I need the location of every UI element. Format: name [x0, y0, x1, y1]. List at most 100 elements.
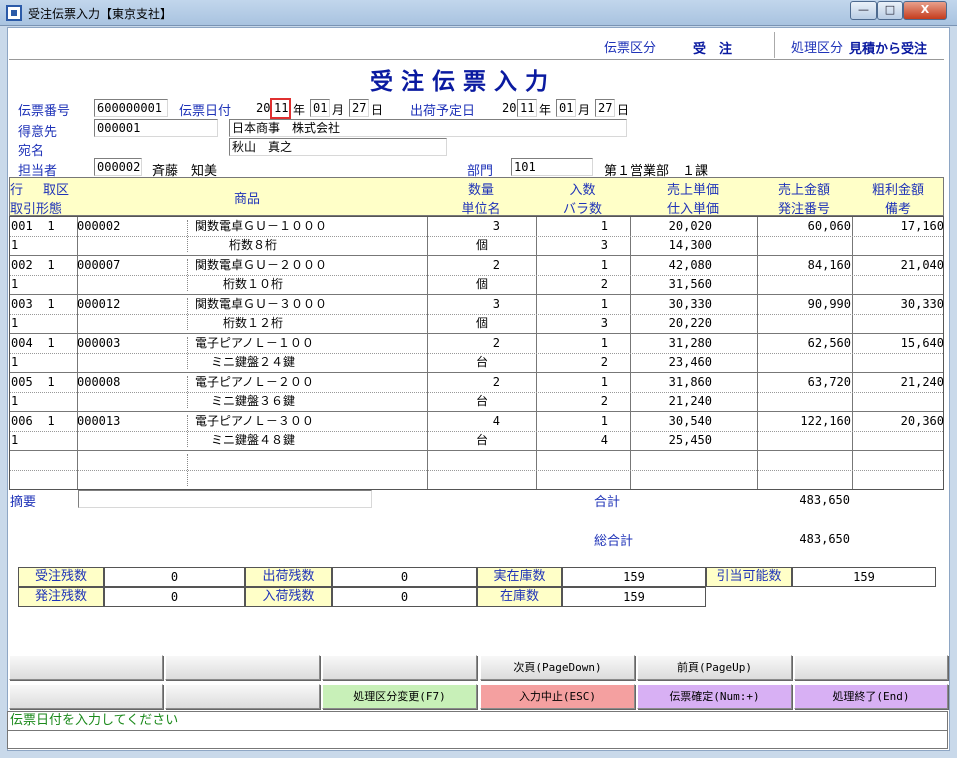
slip-no-field[interactable]: 600000001: [94, 99, 168, 117]
line-trade-kind: 1: [47, 375, 55, 389]
addressee-label: 宛名: [18, 144, 45, 159]
ship-date-month-field[interactable]: 01: [556, 99, 576, 117]
line-product-code: 000013: [77, 414, 121, 428]
grid-header-order-no: 発注番号: [777, 202, 830, 217]
line-product-spec: 桁数１０桁: [222, 277, 283, 291]
table-row[interactable]: 003 1 1 000012 関数電卓ＧＵ－３０００ 桁数１２桁 3 個 1 3 30,330 20,…: [10, 295, 944, 333]
exit-button[interactable]: 処理終了(End): [794, 684, 948, 709]
line-product-spec: ミニ鍵盤２４鍵: [210, 355, 295, 369]
customer-code-field[interactable]: 000001: [94, 119, 218, 137]
line-row-no: 004: [11, 336, 33, 350]
next-page-button[interactable]: 次頁(PageDown): [480, 655, 635, 680]
ship-date-year-field[interactable]: 11: [517, 99, 537, 117]
line-product-code: 000007: [77, 258, 121, 272]
slip-date-day-field[interactable]: 27: [349, 99, 369, 117]
line-product-code: 000012: [77, 297, 121, 311]
line-cost-price: 14,300: [668, 238, 712, 252]
grid-header-note: 備考: [884, 202, 911, 217]
line-qty: 2: [492, 375, 500, 389]
grid-header-gross-profit: 粗利金額: [871, 183, 924, 198]
line-qty: 3: [492, 297, 500, 311]
header-divider: [9, 59, 944, 60]
stock-label: 在庫数: [477, 587, 562, 607]
slip-kind-value: 受 注: [693, 42, 733, 57]
ship-date-day-field[interactable]: 27: [595, 99, 615, 117]
process-kind-value: 見積から受注: [849, 42, 928, 57]
line-cost-price: 25,450: [668, 433, 712, 447]
line-product-spec: ミニ鍵盤４８鍵: [210, 433, 295, 447]
cancel-input-button[interactable]: 入力中止(ESC): [480, 684, 635, 709]
order-remain-value: 0: [104, 567, 245, 587]
function-button-blank-3[interactable]: [322, 655, 477, 680]
function-button-blank-6[interactable]: [165, 684, 320, 709]
grid-header-loose-count: バラ数: [562, 202, 602, 217]
slip-date-month-field[interactable]: 01: [310, 99, 330, 117]
ship-remain-value: 0: [332, 567, 477, 587]
dept-code-field[interactable]: 101: [511, 158, 593, 176]
confirm-slip-button[interactable]: 伝票確定(Num:+): [637, 684, 792, 709]
total-value: 483,650: [799, 532, 850, 546]
memo-label: 摘要: [10, 495, 37, 510]
line-product-name: 関数電卓ＧＵ－１０００: [195, 219, 328, 233]
ship-date-month-suffix: 月: [578, 103, 591, 117]
customer-name-field[interactable]: 日本商事 株式会社: [229, 119, 627, 137]
line-sale-amount: 122,160: [800, 414, 851, 428]
ship-remain-label: 出荷残数: [245, 567, 332, 587]
line-sale-amount: 62,560: [807, 336, 851, 350]
line-cost-price: 21,240: [668, 394, 712, 408]
addressee-field[interactable]: 秋山 真之: [229, 138, 447, 156]
line-loose-count: 2: [600, 394, 608, 408]
grid-header-row: 行: [10, 183, 24, 198]
slip-date-year-field[interactable]: 11: [270, 98, 291, 119]
page-title: 受注伝票入力: [370, 69, 556, 95]
allocatable-label: 引当可能数: [706, 567, 792, 587]
line-product-code: 000002: [77, 219, 121, 233]
table-row[interactable]: 005 1 1 000008 電子ピアノＬ－２００ ミニ鍵盤３６鍵 2 台 1 2 31,860 21…: [10, 373, 944, 411]
close-button[interactable]: X: [903, 1, 947, 20]
line-gross-profit: 20,360: [900, 414, 944, 428]
receive-remain-value: 0: [332, 587, 477, 607]
function-button-blank-2[interactable]: [165, 655, 320, 680]
maximize-button[interactable]: □: [877, 1, 903, 20]
process-kind-label: 処理区分: [791, 41, 844, 56]
prev-page-button[interactable]: 前頁(PageUp): [637, 655, 792, 680]
table-row[interactable]: [10, 451, 943, 489]
line-trade-kind: 1: [47, 219, 55, 233]
line-product-code: 000008: [77, 375, 121, 389]
line-unit: 台: [475, 394, 488, 408]
line-gross-profit: 15,640: [900, 336, 944, 350]
line-sale-price: 30,330: [668, 297, 712, 311]
line-unit: 台: [475, 355, 488, 369]
function-button-blank-5[interactable]: [9, 684, 163, 709]
line-sale-amount: 63,720: [807, 375, 851, 389]
change-mode-button[interactable]: 処理区分変更(F7): [322, 684, 477, 709]
table-row[interactable]: 006 1 1 000013 電子ピアノＬ－３００ ミニ鍵盤４８鍵 4 台 1 4 30,540 25…: [10, 412, 944, 450]
grid-header-sale-amount: 売上金額: [777, 183, 830, 198]
subtotal-value: 483,650: [799, 493, 850, 507]
table-row[interactable]: 001 1 1 000002 関数電卓ＧＵ－１０００ 桁数８桁 3 個 1 3 20,020 14,3…: [10, 217, 944, 255]
line-product-name: 関数電卓ＧＵ－３０００: [195, 297, 328, 311]
function-button-blank-4[interactable]: [794, 655, 948, 680]
po-remain-label: 発注残数: [18, 587, 104, 607]
window-title: 受注伝票入力【東京支社】: [28, 7, 173, 21]
grid-header-unit: 単位名: [461, 202, 501, 217]
line-sale-amount: 84,160: [807, 258, 851, 272]
function-button-blank-1[interactable]: [9, 655, 163, 680]
line-unit: 個: [475, 238, 488, 252]
staff-code-field[interactable]: 000002: [94, 158, 142, 176]
line-qty: 4: [492, 414, 500, 428]
minimize-button[interactable]: —: [850, 1, 877, 20]
table-row[interactable]: 002 1 1 000007 関数電卓ＧＵ－２０００ 桁数１０桁 2 個 1 2 42,080 31,…: [10, 256, 944, 294]
line-sale-price: 20,020: [668, 219, 712, 233]
table-row[interactable]: 004 1 1 000003 電子ピアノＬ－１００ ミニ鍵盤２４鍵 2 台 1 2 31,280 23…: [10, 334, 944, 372]
ship-date-year-suffix: 年: [539, 103, 552, 117]
grid-header-trade-kind: 取区: [43, 183, 70, 198]
slip-kind-label: 伝票区分: [604, 41, 657, 56]
line-sale-price: 31,280: [668, 336, 712, 350]
line-cost-price: 23,460: [668, 355, 712, 369]
memo-field[interactable]: [78, 490, 372, 508]
line-row-no: 001: [11, 219, 33, 233]
line-sale-price: 42,080: [668, 258, 712, 272]
line-qty: 2: [492, 258, 500, 272]
grid-header-in-count: 入数: [569, 183, 596, 198]
